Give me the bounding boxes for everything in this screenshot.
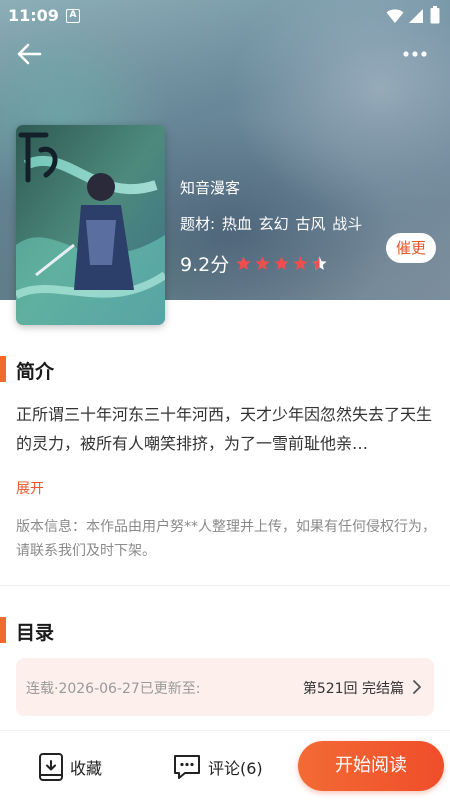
star-rating — [235, 255, 328, 272]
section-divider — [0, 585, 450, 586]
intro-accent-bar — [0, 356, 6, 382]
bookmark-book-icon — [39, 753, 63, 781]
intro-text: 正所谓三十年河东三十年河西，天才少年因忽然失去了天生的灵力，被所有人嘲笑排挤，为… — [16, 405, 433, 453]
bottom-action-bar: 收藏 评论(6) 开始阅读 — [0, 730, 450, 800]
intro-title: 简介 — [16, 361, 55, 383]
comment-label: 评论(6) — [208, 759, 263, 778]
genre-tag[interactable]: 古风 — [295, 215, 325, 233]
star-icon — [255, 255, 270, 270]
catalog-latest-card[interactable]: 连载·2026-06-27已更新至: 第521回 完结篇 — [16, 658, 434, 716]
comment-button[interactable]: 评论(6) — [172, 751, 263, 783]
favorite-label: 收藏 — [70, 759, 103, 778]
rating-score: 9.2分 — [180, 253, 230, 276]
genre-tag[interactable]: 战斗 — [332, 215, 362, 233]
wifi-icon — [386, 9, 404, 23]
start-reading-button[interactable]: 开始阅读 — [298, 741, 444, 791]
urge-update-button[interactable]: 催更 — [386, 233, 436, 263]
battery-icon — [430, 6, 440, 24]
more-button[interactable] — [400, 44, 430, 64]
star-icon — [274, 255, 289, 270]
genres-label: 题材: — [180, 215, 216, 233]
comment-icon — [174, 755, 200, 779]
expand-link[interactable]: 展开 — [16, 478, 44, 498]
catalog-accent-bar — [0, 617, 6, 643]
book-genres: 题材: 热血 玄幻 古风 战斗 — [180, 213, 364, 234]
more-dots-icon — [403, 51, 427, 57]
back-button[interactable] — [14, 40, 46, 68]
notification-icon: A — [66, 9, 80, 23]
arrow-left-icon — [17, 43, 42, 65]
chevron-right-icon — [413, 680, 421, 694]
favorite-button[interactable]: 收藏 — [38, 751, 102, 783]
copyright-notice: 版本信息：本作品由用户努**人整理并上传，如果有任何侵权行为，请联系我们及时下架… — [16, 519, 436, 559]
cover-illustration — [16, 125, 165, 325]
genre-tag[interactable]: 玄幻 — [259, 215, 289, 233]
book-cover[interactable] — [16, 125, 165, 325]
rating: 9.2分 — [180, 250, 328, 276]
star-icon — [236, 255, 251, 270]
signal-icon — [409, 9, 423, 23]
catalog-title: 目录 — [16, 622, 55, 644]
book-author: 知音漫客 — [180, 179, 241, 197]
star-icon — [293, 255, 308, 270]
latest-chapter: 第521回 完结篇 — [302, 681, 404, 697]
status-time: 11:09 — [8, 6, 59, 25]
status-bar: 11:09 A — [0, 0, 450, 32]
star-half-icon — [312, 255, 327, 270]
catalog-update-status: 连载·2026-06-27已更新至: — [26, 681, 201, 697]
genre-tag[interactable]: 热血 — [222, 215, 252, 233]
